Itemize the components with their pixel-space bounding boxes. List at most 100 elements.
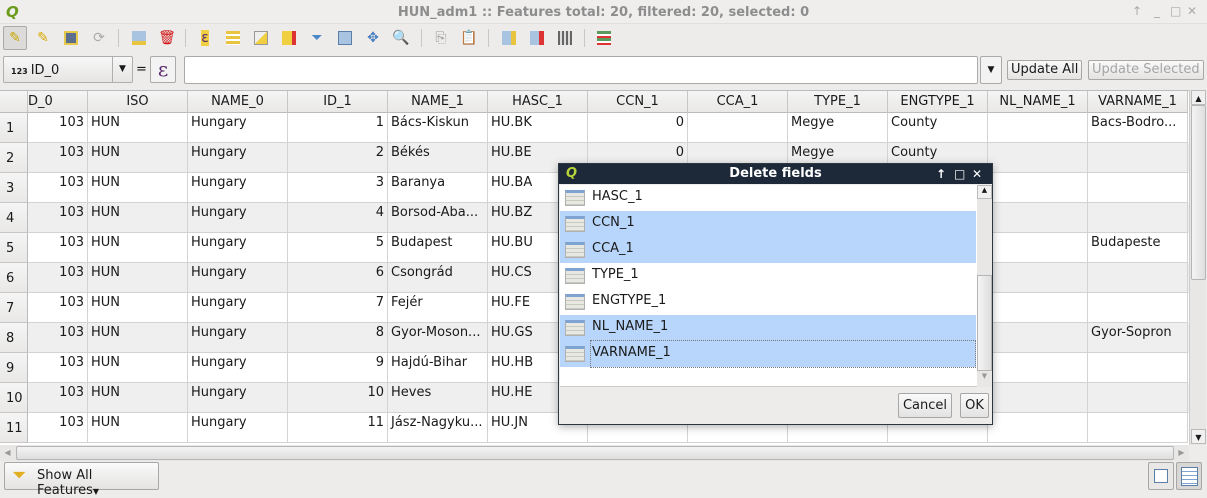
keep-above-icon[interactable]: ↑ bbox=[936, 164, 946, 184]
table-cell[interactable] bbox=[988, 353, 1088, 383]
table-cell[interactable]: HUN bbox=[88, 383, 188, 413]
table-cell[interactable]: Bács-Kiskun bbox=[388, 113, 488, 143]
update-selected-button[interactable]: Update Selected bbox=[1088, 60, 1204, 80]
table-cell[interactable] bbox=[988, 413, 1088, 443]
row-number[interactable]: 7 bbox=[0, 293, 28, 323]
scroll-up-icon[interactable]: ▲ bbox=[977, 185, 992, 199]
column-header[interactable]: VARNAME_1 bbox=[1088, 91, 1188, 113]
table-cell[interactable]: Budapeste bbox=[1088, 233, 1188, 263]
table-cell[interactable]: HUN bbox=[88, 323, 188, 353]
row-number[interactable]: 8 bbox=[0, 323, 28, 353]
table-cell[interactable]: Gyor-Moson... bbox=[388, 323, 488, 353]
minimize-icon[interactable]: _ bbox=[1154, 4, 1160, 18]
table-cell[interactable]: 2 bbox=[288, 143, 388, 173]
keep-above-icon[interactable]: ↑ bbox=[1132, 4, 1142, 18]
table-cell[interactable]: 11 bbox=[288, 413, 388, 443]
conditional-formatting-button[interactable] bbox=[592, 26, 616, 50]
table-cell[interactable] bbox=[988, 113, 1088, 143]
table-cell[interactable] bbox=[988, 383, 1088, 413]
table-cell[interactable]: Fejér bbox=[388, 293, 488, 323]
table-cell[interactable]: HU.BK bbox=[488, 113, 588, 143]
multi-edit-button[interactable]: ✎ bbox=[31, 26, 55, 50]
table-cell[interactable]: Heves bbox=[388, 383, 488, 413]
column-header[interactable]: CCN_1 bbox=[588, 91, 688, 113]
table-cell[interactable] bbox=[1088, 203, 1188, 233]
table-cell[interactable]: Hungary bbox=[188, 323, 288, 353]
row-number[interactable]: 10 bbox=[0, 383, 28, 413]
column-header[interactable]: TYPE_1 bbox=[788, 91, 888, 113]
copy-button[interactable]: ⎘ bbox=[429, 26, 453, 50]
table-cell[interactable] bbox=[1088, 383, 1188, 413]
zoom-to-selected-button[interactable]: 🔍 bbox=[389, 26, 413, 50]
table-cell[interactable]: Budapest bbox=[388, 233, 488, 263]
table-cell[interactable]: Hungary bbox=[188, 143, 288, 173]
table-cell[interactable]: 103 bbox=[28, 293, 88, 323]
select-all-button[interactable] bbox=[221, 26, 245, 50]
table-cell[interactable]: 103 bbox=[28, 263, 88, 293]
field-select[interactable]: 123 ID_0 ▼ bbox=[3, 56, 133, 83]
toggle-editing-button[interactable]: ✎ bbox=[3, 26, 27, 50]
form-view-button[interactable] bbox=[1148, 462, 1174, 490]
table-cell[interactable]: Borsod-Aba... bbox=[388, 203, 488, 233]
table-cell[interactable]: 7 bbox=[288, 293, 388, 323]
table-cell[interactable]: HUN bbox=[88, 293, 188, 323]
scroll-down-icon[interactable]: ▼ bbox=[1191, 429, 1206, 444]
row-number[interactable]: 4 bbox=[0, 203, 28, 233]
maximize-icon[interactable]: □ bbox=[954, 164, 965, 184]
field-list-item[interactable]: TYPE_1 bbox=[560, 263, 976, 289]
corner-header[interactable] bbox=[0, 91, 28, 113]
column-header[interactable]: ID_1 bbox=[288, 91, 388, 113]
table-cell[interactable]: HUN bbox=[88, 413, 188, 443]
scroll-left-icon[interactable]: ◀ bbox=[0, 446, 15, 460]
reload-button[interactable]: ⟳ bbox=[87, 26, 111, 50]
field-list-item[interactable]: HASC_1 bbox=[560, 185, 976, 211]
table-cell[interactable] bbox=[1088, 143, 1188, 173]
move-selection-top-button[interactable] bbox=[333, 26, 357, 50]
table-cell[interactable]: Jász-Nagyku... bbox=[388, 413, 488, 443]
vertical-scrollbar[interactable]: ▲ ▼ bbox=[1189, 90, 1206, 445]
table-cell[interactable] bbox=[1088, 353, 1188, 383]
save-edits-button[interactable] bbox=[59, 26, 83, 50]
table-cell[interactable]: 103 bbox=[28, 383, 88, 413]
delete-field-button[interactable] bbox=[525, 26, 549, 50]
table-cell[interactable]: HUN bbox=[88, 233, 188, 263]
table-cell[interactable] bbox=[988, 263, 1088, 293]
ok-button[interactable]: OK bbox=[960, 393, 989, 418]
table-cell[interactable]: 3 bbox=[288, 173, 388, 203]
table-cell[interactable]: 103 bbox=[28, 143, 88, 173]
scroll-down-icon[interactable]: ▼ bbox=[977, 372, 992, 386]
table-cell[interactable] bbox=[988, 293, 1088, 323]
column-header[interactable]: D_0 bbox=[28, 91, 88, 113]
table-cell[interactable]: Hungary bbox=[188, 233, 288, 263]
table-cell[interactable] bbox=[988, 143, 1088, 173]
cancel-button[interactable]: Cancel bbox=[898, 393, 952, 418]
table-cell[interactable]: HUN bbox=[88, 113, 188, 143]
table-cell[interactable]: 103 bbox=[28, 173, 88, 203]
maximize-icon[interactable]: □ bbox=[1170, 4, 1181, 18]
table-cell[interactable]: Hungary bbox=[188, 113, 288, 143]
table-cell[interactable]: HUN bbox=[88, 353, 188, 383]
table-cell[interactable]: Békés bbox=[388, 143, 488, 173]
horizontal-scrollbar[interactable]: ◀ ▶ bbox=[0, 445, 1189, 461]
row-number[interactable]: 1 bbox=[0, 113, 28, 143]
show-all-features-button[interactable]: ⏷ Show All Features▼ bbox=[4, 462, 159, 498]
pan-to-selected-button[interactable]: ✥ bbox=[361, 26, 385, 50]
row-number[interactable]: 6 bbox=[0, 263, 28, 293]
field-list-item[interactable]: CCA_1 bbox=[560, 237, 976, 263]
table-cell[interactable]: 4 bbox=[288, 203, 388, 233]
row-number[interactable]: 3 bbox=[0, 173, 28, 203]
table-cell[interactable] bbox=[1088, 263, 1188, 293]
table-cell[interactable]: 103 bbox=[28, 353, 88, 383]
update-all-button[interactable]: Update All bbox=[1007, 60, 1083, 80]
table-cell[interactable]: 6 bbox=[288, 263, 388, 293]
table-cell[interactable]: 103 bbox=[28, 413, 88, 443]
new-field-button[interactable] bbox=[497, 26, 521, 50]
table-cell[interactable] bbox=[688, 113, 788, 143]
table-cell[interactable]: 9 bbox=[288, 353, 388, 383]
table-cell[interactable]: 103 bbox=[28, 203, 88, 233]
column-header[interactable]: ISO bbox=[88, 91, 188, 113]
column-header[interactable]: NL_NAME_1 bbox=[988, 91, 1088, 113]
table-cell[interactable] bbox=[988, 203, 1088, 233]
table-cell[interactable] bbox=[988, 233, 1088, 263]
table-row[interactable]: 1 103 HUN Hungary 1 Bács-Kiskun HU.BK 0 Megye Cou… bbox=[0, 113, 1189, 143]
